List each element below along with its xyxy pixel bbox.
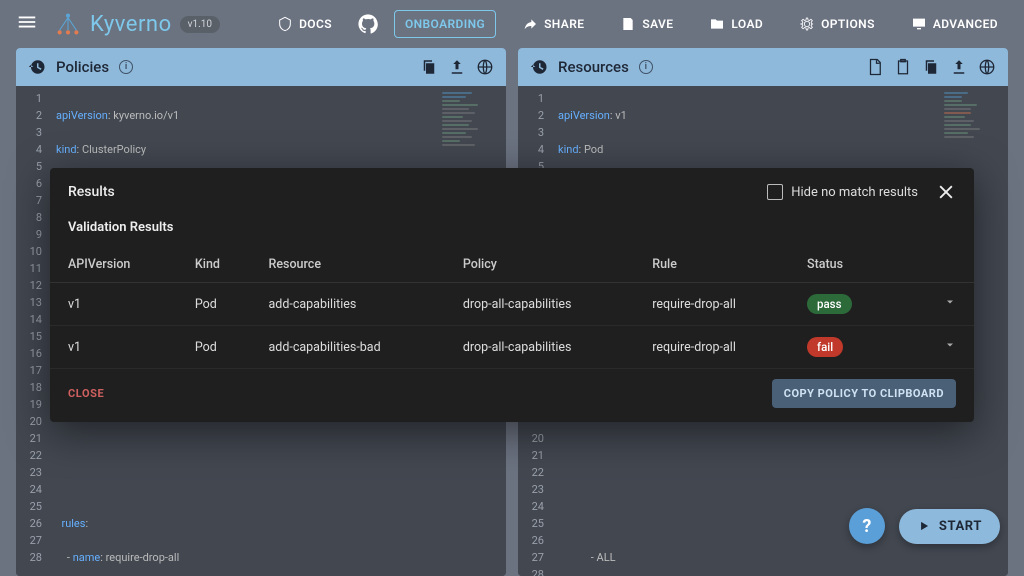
results-subtitle: Validation Results — [50, 210, 974, 247]
fab-group: ? START — [849, 508, 1000, 544]
save-icon — [620, 16, 636, 32]
share-icon — [522, 16, 538, 32]
policies-title: Policies — [56, 58, 109, 76]
table-row[interactable]: v1 Pod add-capabilities drop-all-capabil… — [50, 283, 974, 326]
resources-title: Resources — [558, 58, 629, 76]
github-icon[interactable] — [358, 14, 378, 34]
table-row[interactable]: v1 Pod add-capabilities-bad drop-all-cap… — [50, 326, 974, 369]
monitor-icon — [911, 16, 927, 32]
brand-name: Kyverno — [90, 12, 172, 37]
history-icon[interactable] — [530, 58, 548, 76]
resources-header: Resources i — [518, 48, 1008, 86]
new-file-icon[interactable] — [866, 58, 884, 76]
help-button[interactable]: ? — [849, 508, 885, 544]
upload-icon[interactable] — [950, 58, 968, 76]
col-apiversion: APIVersion — [50, 247, 181, 283]
status-badge: fail — [807, 337, 843, 357]
chevron-down-icon[interactable] — [944, 339, 956, 355]
advanced-button[interactable]: ADVANCED — [901, 10, 1008, 38]
results-table: APIVersion Kind Resource Policy Rule Sta… — [50, 247, 974, 369]
minimap[interactable] — [944, 90, 1004, 180]
start-label: START — [939, 519, 982, 534]
close-button[interactable]: CLOSE — [68, 387, 104, 400]
status-badge: pass — [807, 294, 852, 314]
save-label: SAVE — [642, 17, 673, 31]
share-label: SHARE — [544, 17, 584, 31]
load-button[interactable]: LOAD — [699, 10, 773, 38]
gear-icon — [799, 16, 815, 32]
version-chip: v1.10 — [180, 16, 220, 33]
results-footer: CLOSE COPY POLICY TO CLIPBOARD — [50, 369, 974, 422]
close-icon[interactable] — [936, 182, 956, 202]
logo[interactable]: Kyverno v1.10 — [54, 10, 220, 38]
topbar: Kyverno v1.10 DOCS ONBOARDING SHARE SAVE… — [0, 0, 1024, 48]
copy-icon[interactable] — [922, 58, 940, 76]
copy-icon[interactable] — [420, 58, 438, 76]
results-header-row: APIVersion Kind Resource Policy Rule Sta… — [50, 247, 974, 283]
options-button[interactable]: OPTIONS — [789, 10, 885, 38]
hide-no-match-toggle[interactable]: Hide no match results — [767, 184, 918, 200]
policies-gutter: 1234567891011121314151617181920212223242… — [16, 86, 50, 576]
docs-button[interactable]: DOCS — [267, 10, 342, 38]
kyverno-logo-icon — [54, 10, 82, 38]
onboarding-label: ONBOARDING — [405, 17, 485, 31]
save-button[interactable]: SAVE — [610, 10, 683, 38]
globe-icon[interactable] — [978, 58, 996, 76]
col-status: Status — [793, 247, 894, 283]
play-icon — [917, 519, 931, 533]
docs-label: DOCS — [299, 17, 332, 31]
chevron-down-icon[interactable] — [944, 296, 956, 312]
globe-icon[interactable] — [476, 58, 494, 76]
checkbox-icon[interactable] — [767, 184, 783, 200]
paste-icon[interactable] — [894, 58, 912, 76]
options-label: OPTIONS — [821, 17, 875, 31]
minimap[interactable] — [442, 90, 502, 180]
col-rule: Rule — [638, 247, 793, 283]
menu-icon[interactable] — [16, 11, 38, 37]
load-label: LOAD — [731, 17, 763, 31]
info-icon[interactable]: i — [119, 60, 133, 74]
results-modal: Results Hide no match results Validation… — [50, 168, 974, 422]
upload-icon[interactable] — [448, 58, 466, 76]
col-resource: Resource — [254, 247, 448, 283]
history-icon[interactable] — [28, 58, 46, 76]
hide-no-match-label: Hide no match results — [791, 185, 918, 200]
policies-header: Policies i — [16, 48, 506, 86]
results-header: Results Hide no match results — [50, 168, 974, 210]
start-button[interactable]: START — [899, 509, 1000, 544]
docs-icon — [277, 16, 293, 32]
folder-icon — [709, 16, 725, 32]
col-kind: Kind — [181, 247, 255, 283]
results-title: Results — [68, 184, 115, 200]
share-button[interactable]: SHARE — [512, 10, 594, 38]
onboarding-button[interactable]: ONBOARDING — [394, 10, 496, 38]
advanced-label: ADVANCED — [933, 17, 998, 31]
info-icon[interactable]: i — [639, 60, 653, 74]
copy-policy-button[interactable]: COPY POLICY TO CLIPBOARD — [772, 379, 956, 408]
col-policy: Policy — [449, 247, 638, 283]
